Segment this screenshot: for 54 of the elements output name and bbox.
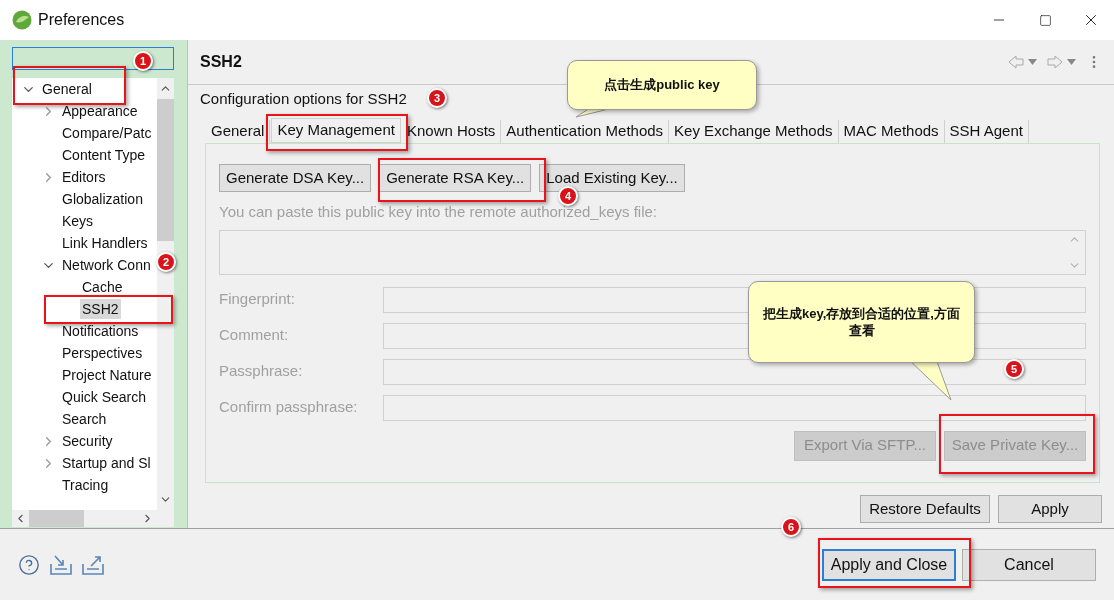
help-icon[interactable] — [18, 553, 40, 576]
tree-item[interactable]: Compare/Patc — [60, 123, 154, 143]
page-title: SSH2 — [200, 52, 242, 72]
tree-item[interactable]: Appearance — [60, 101, 140, 121]
tree-item[interactable]: Link Handlers — [60, 233, 150, 253]
tree-item[interactable]: SSH2 — [80, 299, 121, 319]
tree-item[interactable]: Startup and Sl — [60, 453, 153, 473]
key-button[interactable]: Load Existing Key... — [539, 164, 685, 192]
tree-item[interactable]: Network Conn — [60, 255, 153, 275]
page-button[interactable]: Apply — [998, 495, 1102, 523]
tree-item[interactable]: Keys — [60, 211, 96, 231]
tree-item[interactable]: Editors — [60, 167, 108, 187]
tab[interactable]: General — [206, 120, 271, 143]
field-label: Fingerprint: — [219, 289, 296, 310]
step-badge: 3 — [427, 88, 447, 108]
tree-item[interactable]: Search — [60, 409, 109, 429]
key-button[interactable]: Generate DSA Key... — [219, 164, 372, 192]
page-description: Configuration options for SSH2 — [200, 89, 407, 109]
tree-item[interactable]: Cache — [80, 277, 125, 297]
tab[interactable]: Key Exchange Methods — [669, 120, 839, 143]
page-button[interactable]: Restore Defaults — [860, 495, 990, 523]
field-label: Passphrase: — [219, 361, 304, 382]
field-label: Confirm passphrase: — [219, 397, 359, 418]
export-icon[interactable] — [82, 554, 104, 575]
tree-item[interactable]: Quick Search — [60, 387, 149, 407]
vertical-scrollbar[interactable] — [157, 78, 174, 510]
tree-item[interactable]: Project Nature — [60, 365, 154, 385]
step-badge: 4 — [558, 186, 578, 206]
dropdown-caret-icon[interactable] — [1067, 59, 1076, 65]
tab[interactable]: MAC Methods — [838, 120, 945, 143]
window-title: Preferences — [38, 10, 125, 30]
tab[interactable]: Authentication Methods — [501, 120, 670, 143]
import-icon[interactable] — [50, 554, 72, 575]
maximize-icon[interactable] — [1038, 13, 1052, 27]
step-badge: 6 — [781, 517, 801, 537]
dialog-button[interactable]: Cancel — [962, 548, 1096, 581]
app-logo-icon — [12, 10, 32, 30]
horizontal-scrollbar[interactable] — [12, 510, 174, 527]
tree-item[interactable]: Globalization — [60, 189, 145, 209]
tree-item[interactable]: General — [40, 79, 94, 99]
tab[interactable]: Known Hosts — [401, 120, 502, 143]
key-button[interactable]: Generate RSA Key... — [379, 164, 532, 192]
tree-item[interactable]: Notifications — [60, 321, 141, 341]
dropdown-caret-icon[interactable] — [1028, 59, 1037, 65]
tab[interactable]: SSH Agent — [944, 120, 1029, 143]
forward-arrow-icon[interactable] — [1047, 55, 1063, 69]
field-label: Comment: — [219, 325, 290, 346]
tab[interactable]: Key Management — [271, 118, 401, 143]
back-arrow-icon[interactable] — [1008, 55, 1024, 69]
tree-item[interactable]: Tracing — [60, 475, 111, 495]
tree-item[interactable]: Content Type — [60, 145, 148, 165]
dialog-button[interactable]: Apply and Close — [822, 548, 956, 581]
tree-item[interactable]: Security — [60, 431, 115, 451]
tree-item[interactable]: Perspectives — [60, 343, 145, 363]
